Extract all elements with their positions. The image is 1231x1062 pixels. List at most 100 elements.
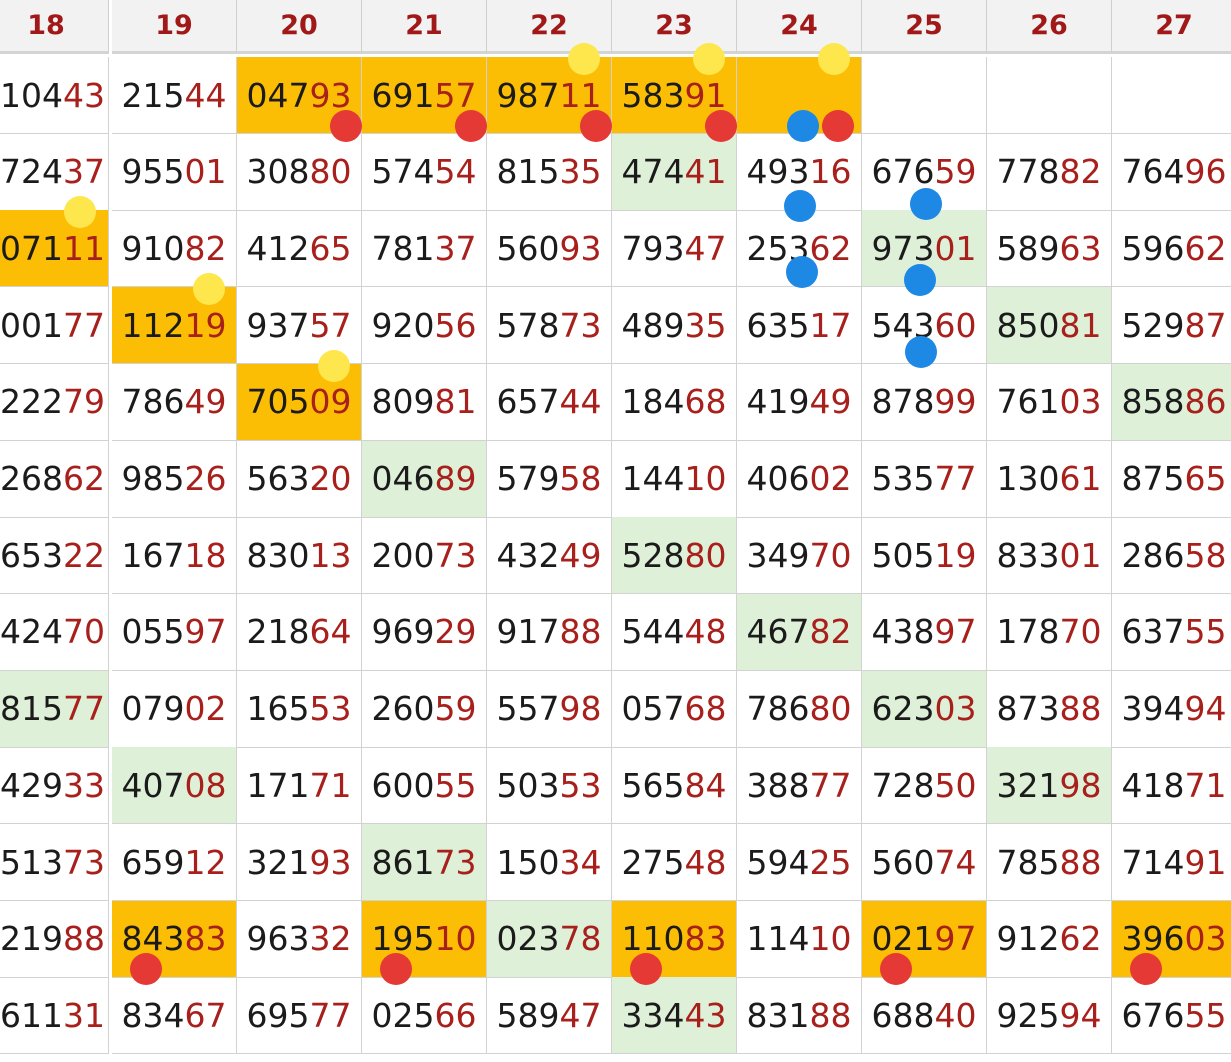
table-cell: 424 70 [0,593,109,671]
blue-marker-dot [910,188,942,220]
table-cell: 778 82 [987,133,1112,211]
number-suffix: 94 [1184,689,1227,729]
number-prefix: 969 [371,612,435,652]
blue-marker-dot [904,264,936,296]
number-suffix: 88 [559,612,602,652]
number-prefix: 165 [246,689,310,729]
number-prefix: 833 [996,535,1060,575]
table-cell: 150 34 [487,824,612,901]
number-suffix: 34 [559,842,602,882]
number-prefix: 560 [496,228,560,268]
number-prefix: 195 [371,919,435,959]
number-suffix: 71 [1184,765,1227,805]
number-prefix: 873 [996,689,1060,729]
number-prefix: 260 [371,689,435,729]
table-cell: 714 91 [1112,824,1231,901]
number-suffix: 93 [559,228,602,268]
number-suffix: 82 [184,228,227,268]
table-cell: 635 17 [737,287,862,365]
number-suffix: 91 [1184,842,1227,882]
number-suffix: 59 [934,152,977,192]
number-prefix: 150 [496,842,560,882]
number-suffix: 71 [309,765,352,805]
number-prefix: 114 [746,919,810,959]
number-prefix: 937 [246,305,310,345]
number-suffix: 56 [434,305,477,345]
number-suffix: 77 [63,689,105,729]
table-cell: 513 73 [0,824,109,901]
table-cell: 917 88 [487,593,612,671]
number-prefix: 222 [0,382,63,422]
number-prefix: 809 [371,382,435,422]
number-suffix: 48 [684,612,727,652]
number-suffix: 29 [434,612,477,652]
table-cell: 334 43 [612,977,737,1055]
number-prefix: 705 [246,382,310,422]
table-cell: 873 88 [987,670,1112,748]
yellow-marker-dot [317,349,350,382]
number-suffix: 65 [1184,459,1227,498]
table-cell: 963 32 [237,900,362,978]
column-header-21: 21 [362,0,487,54]
red-marker-dot [822,109,854,142]
number-prefix: 589 [496,995,560,1035]
table-cell: 688 40 [862,977,987,1055]
number-prefix: 594 [746,842,810,882]
number-suffix: 82 [809,612,852,652]
table-cell: 489 35 [612,287,737,365]
number-prefix: 334 [621,995,685,1035]
table-cell: 724 37 [0,133,109,211]
number-suffix: 94 [1059,995,1102,1035]
number-prefix: 985 [121,459,185,498]
number-prefix: 110 [621,919,685,959]
number-suffix: 62 [1184,228,1227,268]
number-prefix: 963 [246,919,310,959]
table-cell: 623 03 [862,670,987,748]
number-prefix: 843 [121,919,185,959]
number-prefix: 388 [746,765,810,805]
table-cell: 830 13 [237,517,362,595]
number-prefix: 171 [246,765,310,805]
blue-marker-dot [786,256,818,288]
number-suffix: 35 [559,152,602,192]
number-prefix: 714 [1121,842,1185,882]
number-suffix: 68 [684,382,727,422]
table-cell: 594 25 [737,824,862,901]
table-cell: 589 63 [987,210,1112,288]
table-cell: 850 81 [987,287,1112,365]
number-prefix: 830 [246,535,310,575]
number-prefix: 055 [121,612,185,652]
table-cell: 920 56 [362,287,487,365]
number-suffix: 16 [809,152,852,192]
number-prefix: 589 [996,228,1060,268]
table-cell: 786 80 [737,670,862,748]
number-suffix: 62 [63,459,105,498]
table-cell: 563 20 [237,440,362,518]
table-cell: 023 78 [487,900,612,978]
number-prefix: 394 [1121,689,1185,729]
number-suffix: 58 [559,459,602,498]
number-suffix: 10 [809,919,852,959]
number-prefix: 474 [621,152,685,192]
number-prefix: 219 [0,919,63,959]
table-cell: 589 47 [487,977,612,1055]
table-cell: 560 93 [487,210,612,288]
table-cell: 815 35 [487,133,612,211]
number-prefix: 565 [621,765,685,805]
column-header-18: 18 [0,0,109,54]
number-prefix: 001 [0,305,63,345]
number-prefix: 529 [1121,305,1185,345]
number-suffix: 65 [309,228,352,268]
number-prefix: 925 [996,995,1060,1035]
number-suffix: 96 [1184,152,1227,192]
number-suffix: 44 [559,382,602,422]
number-suffix: 68 [684,689,727,729]
number-prefix: 728 [871,765,935,805]
number-suffix: 83 [184,919,227,959]
table-cell: 969 29 [362,593,487,671]
table-cell: 079 02 [112,670,237,748]
number-prefix: 321 [996,765,1060,805]
number-prefix: 418 [1121,765,1185,805]
table-cell: 178 70 [987,593,1112,671]
number-prefix: 432 [496,535,560,575]
